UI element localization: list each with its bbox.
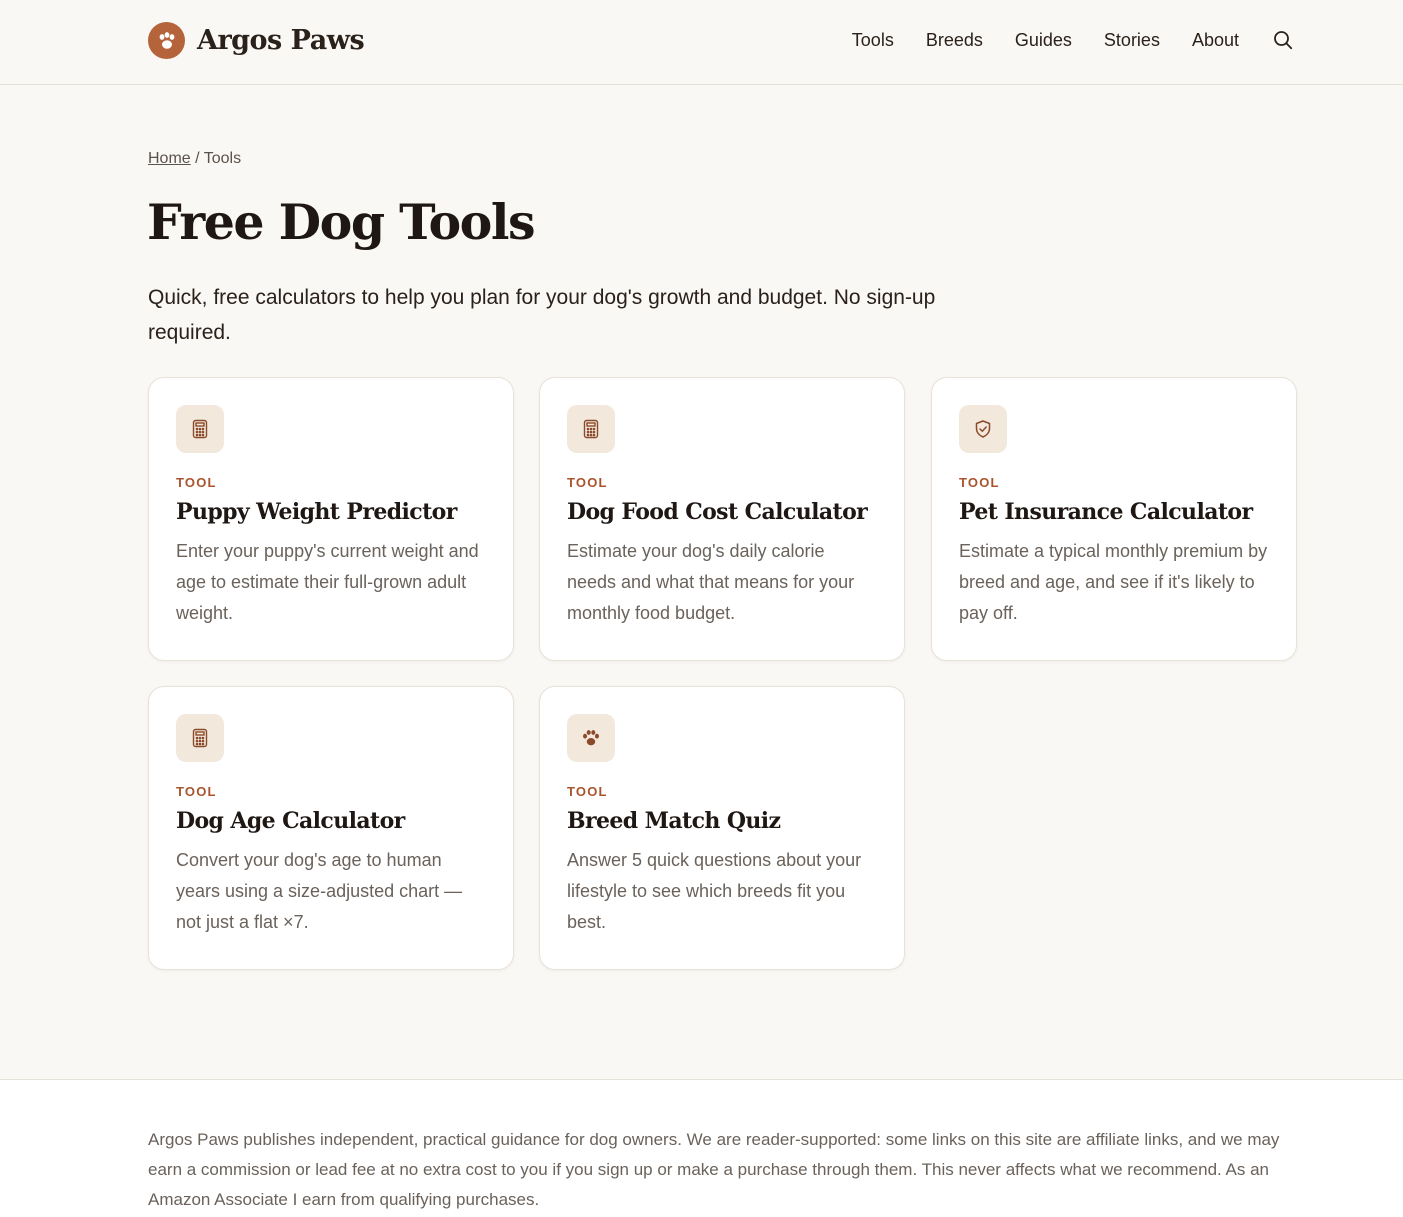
- card-title: Pet Insurance Calculator: [959, 499, 1253, 525]
- card-title: Dog Food Cost Calculator: [567, 499, 868, 525]
- shield-check-icon: [959, 405, 1007, 453]
- breadcrumb-current: Tools: [203, 150, 242, 167]
- card-tag: TOOL: [176, 784, 217, 799]
- card-tag: TOOL: [959, 475, 1000, 490]
- card-description: Estimate a typical monthly premium by br…: [959, 541, 1268, 623]
- card-title: Breed Match Quiz: [567, 808, 781, 834]
- breadcrumb-home-link[interactable]: Home: [148, 150, 191, 167]
- page-title: Free Dog Tools: [147, 193, 536, 251]
- card-description: Answer 5 quick questions about your life…: [567, 850, 862, 932]
- tool-card-dog-food-cost[interactable]: TOOL Dog Food Cost Calculator Estimate y…: [539, 377, 905, 661]
- breadcrumb-separator: /: [195, 150, 200, 167]
- calculator-icon: [567, 405, 615, 453]
- site-footer: Argos Paws publishes independent, practi…: [0, 1079, 1403, 1217]
- nav-item-tools[interactable]: Tools: [852, 29, 894, 51]
- tool-card-breed-match[interactable]: TOOL Breed Match Quiz Answer 5 quick que…: [539, 686, 905, 970]
- nav-item-about[interactable]: About: [1192, 29, 1239, 51]
- card-description: Enter your puppy's current weight and ag…: [176, 541, 479, 623]
- calculator-icon: [176, 405, 224, 453]
- search-icon[interactable]: [1273, 30, 1293, 50]
- card-tag: TOOL: [176, 475, 217, 490]
- card-tag: TOOL: [567, 784, 608, 799]
- tool-card-dog-age[interactable]: TOOL Dog Age Calculator Convert your dog…: [148, 686, 514, 970]
- main-nav: Tools Breeds Guides Stories About: [820, 29, 1293, 51]
- calculator-icon: [176, 714, 224, 762]
- breadcrumb: Home / Tools: [148, 150, 241, 168]
- site-header: Argos Paws Tools Breeds Guides Stories A…: [0, 0, 1403, 85]
- tool-card-pet-insurance[interactable]: TOOL Pet Insurance Calculator Estimate a…: [931, 377, 1297, 661]
- nav-item-guides[interactable]: Guides: [1015, 29, 1072, 51]
- paw-icon: [567, 714, 615, 762]
- card-description: Convert your dog's age to human years us…: [176, 850, 463, 932]
- nav-item-breeds[interactable]: Breeds: [926, 29, 983, 51]
- page-intro: Quick, free calculators to help you plan…: [148, 286, 936, 344]
- site-logo[interactable]: Argos Paws: [148, 22, 365, 59]
- brand-name: Argos Paws: [197, 25, 365, 56]
- card-tag: TOOL: [567, 475, 608, 490]
- card-title: Dog Age Calculator: [176, 808, 405, 834]
- paw-logo-icon: [148, 22, 185, 59]
- nav-item-stories[interactable]: Stories: [1104, 29, 1160, 51]
- tool-card-puppy-weight[interactable]: TOOL Puppy Weight Predictor Enter your p…: [148, 377, 514, 661]
- card-description: Estimate your dog's daily calorie needs …: [567, 541, 855, 623]
- affiliate-disclosure: Argos Paws publishes independent, practi…: [148, 1130, 1280, 1209]
- card-title: Puppy Weight Predictor: [176, 499, 457, 525]
